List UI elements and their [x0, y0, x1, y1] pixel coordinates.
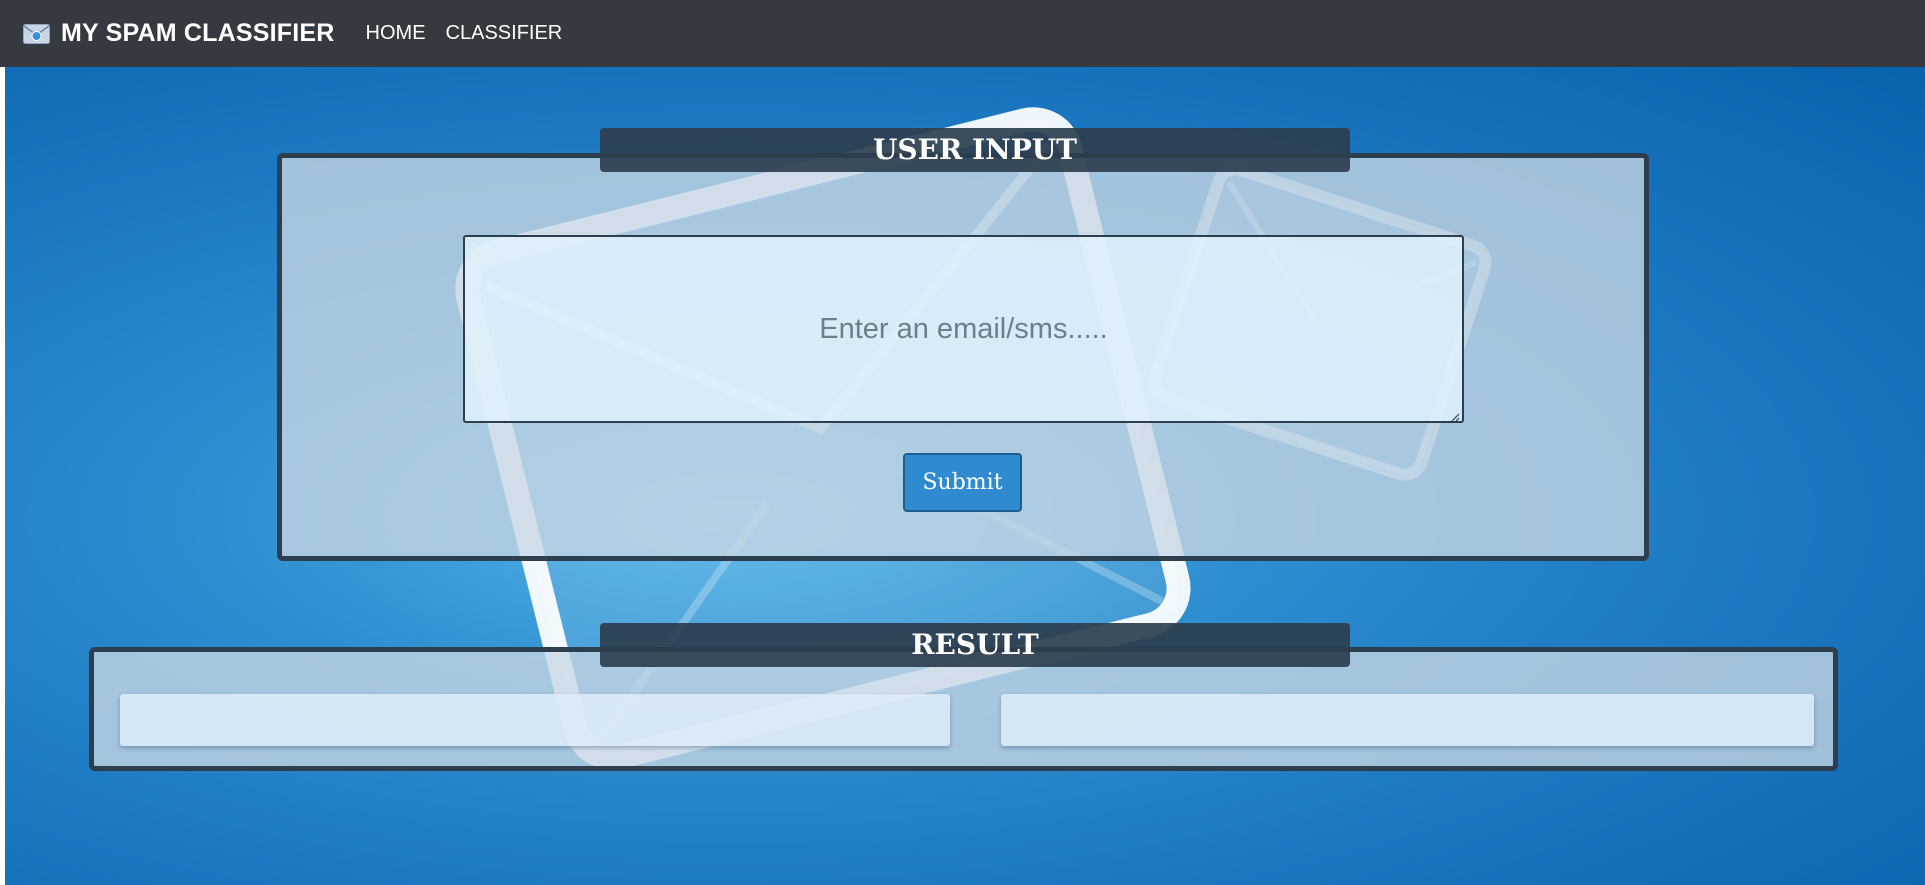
envelope-icon — [23, 23, 50, 44]
submit-button[interactable]: Submit — [903, 453, 1022, 512]
result-left-field — [120, 694, 950, 746]
textarea-placeholder: Enter an email/sms..... — [819, 312, 1108, 345]
nav-classifier-link[interactable]: CLASSIFIER — [446, 22, 563, 45]
brand-link[interactable]: MY SPAM CLASSIFIER — [23, 19, 335, 48]
resize-handle-icon[interactable] — [1450, 409, 1460, 422]
result-title: RESULT — [600, 623, 1350, 667]
nav-home-link[interactable]: HOME — [366, 22, 426, 45]
result-right-field — [1001, 694, 1814, 746]
message-textarea[interactable]: Enter an email/sms..... — [463, 235, 1464, 423]
user-input-title: USER INPUT — [600, 128, 1350, 172]
brand-title: MY SPAM CLASSIFIER — [61, 19, 335, 47]
navbar: MY SPAM CLASSIFIER HOME CLASSIFIER — [0, 0, 1925, 67]
